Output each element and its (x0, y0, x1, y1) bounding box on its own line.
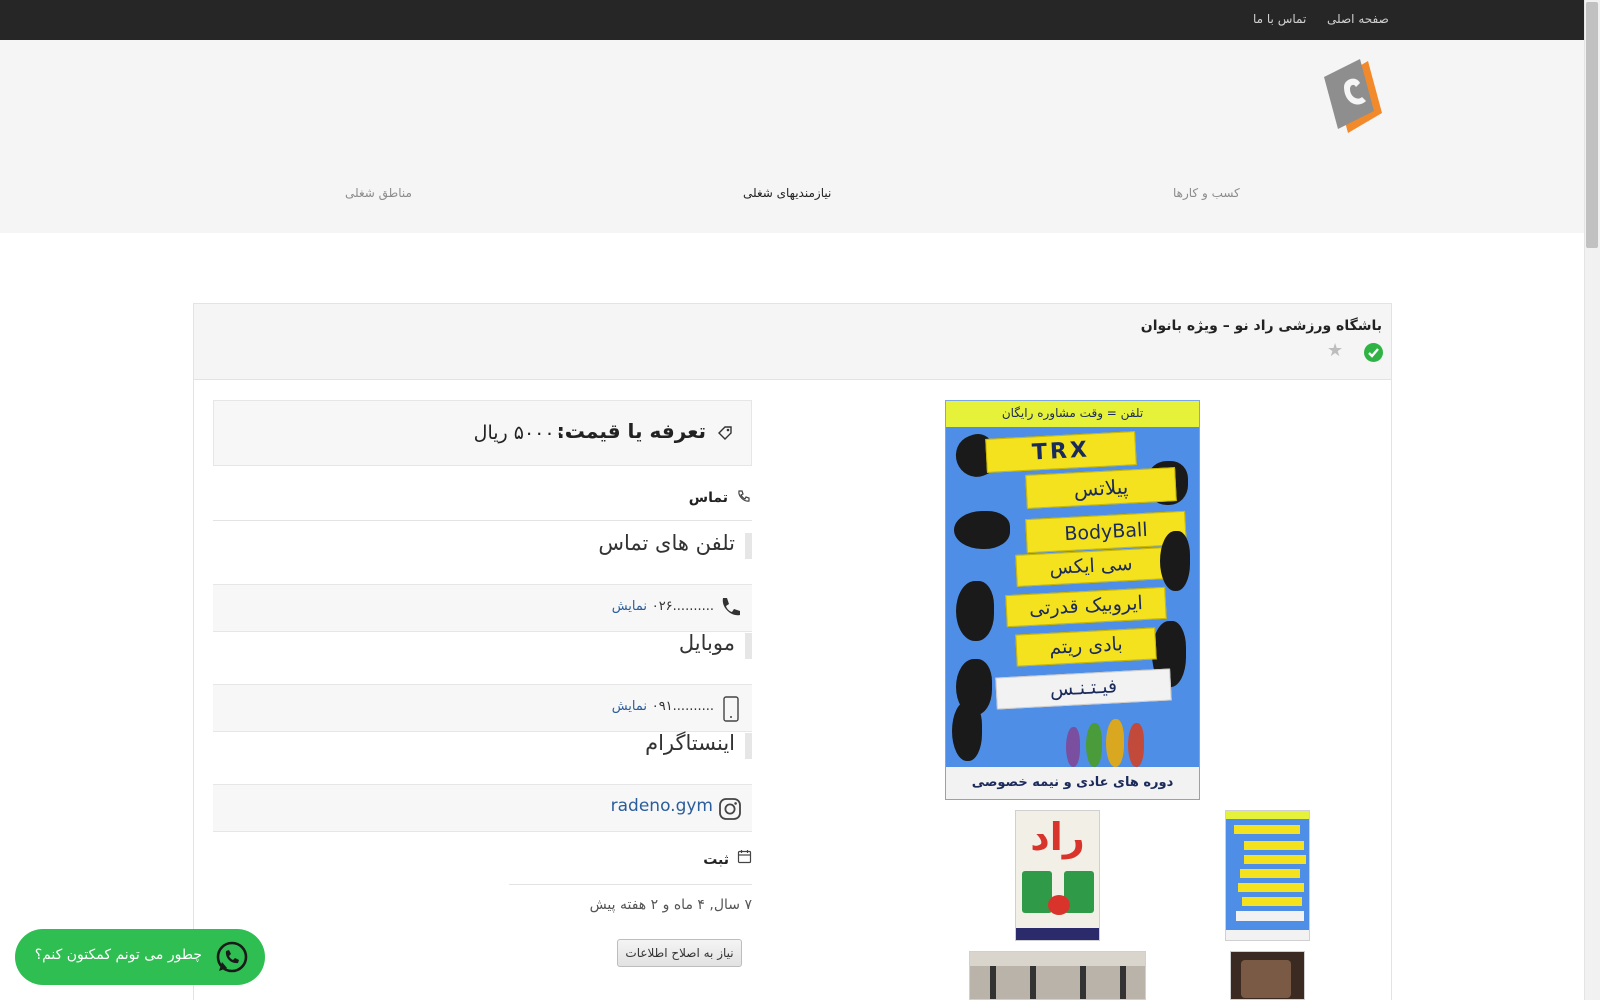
poster-top-strip: تلفن = وقت مشاوره رایگان (946, 401, 1199, 427)
phone-handset-icon (738, 490, 750, 502)
thumbnail-image-1[interactable] (1225, 810, 1310, 941)
mobile-heading: موبایل (213, 631, 752, 659)
poster-band: TRX (985, 431, 1137, 473)
logo-icon[interactable] (1320, 57, 1390, 135)
phone-icon (722, 598, 740, 616)
poster-silhouette (956, 581, 994, 641)
poster-silhouette (952, 701, 982, 761)
thumbnail-image-2[interactable]: راد (1015, 810, 1100, 941)
instagram-row: radeno.gym (213, 784, 752, 832)
calendar-icon (737, 850, 752, 864)
poster-band: پیلاتس (1025, 467, 1177, 509)
poster-silhouette (954, 511, 1010, 549)
poster-figure (1128, 723, 1144, 767)
main-poster-image[interactable]: تلفن = وقت مشاوره رایگان TRX پیلاتس Body… (945, 400, 1200, 800)
phones-heading: تلفن های تماس (213, 531, 752, 559)
site-header: کسب و کارها نیازمندیهای شغلی مناطق شغلی (0, 40, 1584, 233)
star-icon[interactable]: ★ (1327, 342, 1343, 360)
price-box: تعرفه یا قیمت: ۵۰۰۰۰۰ ریال (213, 400, 752, 466)
poster-bottom-strip: دوره های عادی و نیمه خصوصی (946, 767, 1199, 799)
nav-job-regions[interactable]: مناطق شغلی (345, 186, 412, 200)
listing-title: باشگاه ورزشی راد نو – ویژه بانوان (1140, 318, 1382, 334)
topnav-contact-link[interactable]: تماس با ما (1253, 12, 1306, 26)
reveal-mobile-link[interactable]: نمایش (612, 699, 647, 714)
mobile-masked: ۰۹۱.......... (651, 699, 714, 714)
price-label: تعرفه یا قیمت: (556, 419, 706, 443)
thumbnail-image-4[interactable] (969, 951, 1146, 1000)
top-bar: صفحه اصلی تماس با ما (0, 0, 1584, 40)
poster-figure (1066, 727, 1080, 767)
thumbnail-image-3[interactable] (1230, 951, 1305, 1000)
poster-band: ایروبیک قدرتی (1005, 586, 1167, 628)
whatsapp-label: چطور می تونم کمکتون کنم؟ (34, 947, 202, 963)
mobile-row: ۰۹۱.......... نمایش (213, 684, 752, 732)
poster-figure (1086, 723, 1102, 767)
topnav-home-link[interactable]: صفحه اصلی (1327, 12, 1389, 26)
divider (509, 884, 752, 885)
nav-job-needs[interactable]: نیازمندیهای شغلی (743, 186, 831, 200)
registered-date: ۷ سال, ۴ ماه و ۲ هفته پیش (589, 897, 752, 913)
check-circle-icon (1364, 343, 1383, 362)
page-scrollbar[interactable] (1584, 0, 1600, 1000)
poster-band: فیـتـنـس (995, 668, 1172, 710)
request-correction-button[interactable]: نیاز به اصلاح اطلاعات (617, 939, 742, 967)
divider (213, 520, 752, 521)
whatsapp-icon (216, 941, 248, 973)
poster-silhouette (1160, 531, 1190, 591)
listing-header: باشگاه ورزشی راد نو – ویژه بانوان ★ (194, 304, 1391, 380)
registered-section-title: ثبت (703, 852, 729, 868)
reveal-phone-link[interactable]: نمایش (612, 599, 647, 614)
phone-row: ۰۲۶.......... نمایش (213, 584, 752, 632)
whatsapp-help-button[interactable]: چطور می تونم کمکتون کنم؟ (15, 929, 265, 985)
nav-businesses[interactable]: کسب و کارها (1173, 186, 1240, 200)
instagram-link[interactable]: radeno.gym (611, 796, 713, 816)
poster-figure (1106, 719, 1124, 767)
contact-section-title: تماس (688, 490, 728, 506)
instagram-heading: اینستاگرام (213, 731, 752, 759)
instagram-icon (719, 798, 741, 820)
scrollbar-thumb[interactable] (1586, 2, 1598, 248)
poster-band: سی ایکس (1015, 547, 1167, 587)
tag-icon (718, 426, 732, 440)
phone-masked: ۰۲۶.......... (651, 599, 714, 614)
poster-band: بادی ریتم (1015, 627, 1157, 667)
price-value: ۵۰۰۰۰۰ ریال (473, 422, 575, 444)
mobile-icon (723, 696, 739, 722)
